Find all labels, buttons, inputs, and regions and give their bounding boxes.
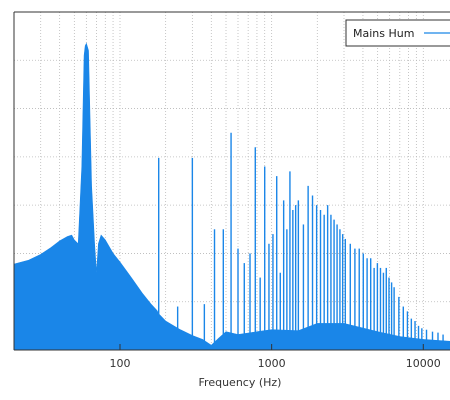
legend-label: Mains Hum: [353, 27, 414, 40]
legend: Mains Hum: [345, 19, 450, 47]
x-tick-label: 10000: [406, 357, 441, 370]
x-tick-label: 1000: [258, 357, 286, 370]
spectrum-chart: 100 1000 10000 Frequency (Hz) Mains Hum: [13, 11, 450, 389]
x-axis-label: Frequency (Hz): [199, 376, 282, 389]
x-tick-label: 100: [109, 357, 130, 370]
